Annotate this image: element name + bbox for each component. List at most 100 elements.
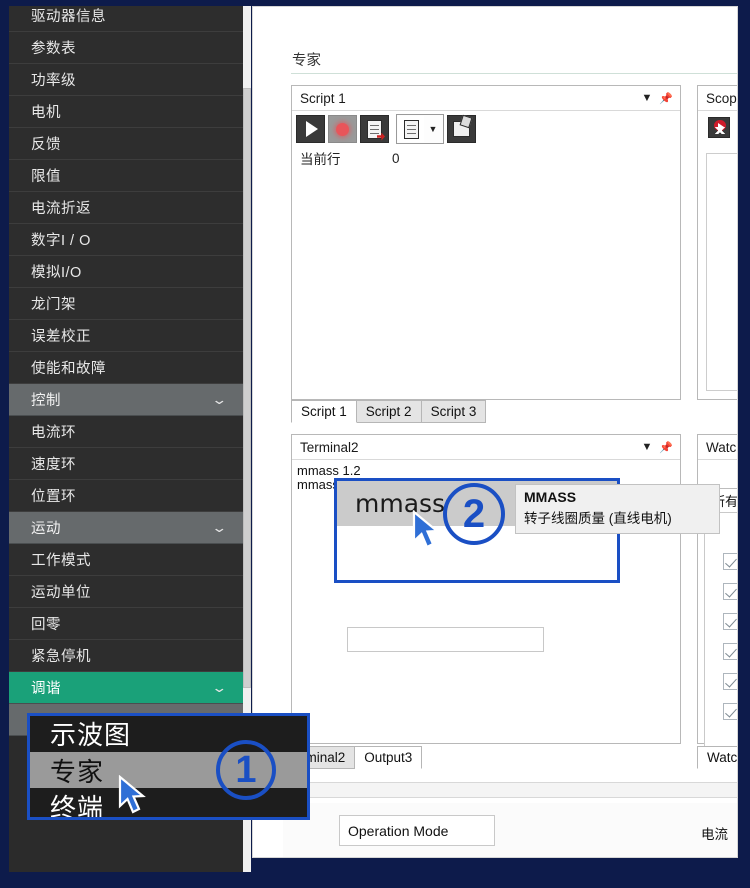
current-line-value: 0 bbox=[392, 150, 400, 166]
script-editor-area[interactable] bbox=[292, 205, 680, 398]
play-icon bbox=[306, 121, 318, 137]
sidebar-item-9[interactable]: 龙门架 bbox=[9, 288, 243, 320]
sidebar-item-0[interactable]: 驱动器信息 bbox=[9, 0, 243, 32]
record-stop-icon bbox=[336, 122, 349, 136]
new-script-button[interactable] bbox=[398, 116, 424, 142]
load-script-button[interactable] bbox=[447, 115, 476, 143]
sidebar-item-label: 模拟I/O bbox=[31, 265, 82, 281]
sidebar-item-7[interactable]: 数字I / O bbox=[9, 224, 243, 256]
document-stamp-icon bbox=[453, 121, 470, 137]
sidebar-item-label: 运动单位 bbox=[31, 585, 91, 601]
sidebar-item-label: 位置环 bbox=[31, 489, 76, 505]
check-icon[interactable] bbox=[723, 613, 737, 630]
annotation-step-2: 2 bbox=[443, 483, 505, 545]
check-icon[interactable] bbox=[723, 553, 737, 570]
check-icon[interactable] bbox=[723, 673, 737, 690]
screenshot-root: 驱动器信息参数表功率级电机反馈限值电流折返数字I / O 模拟I/O 龙门架误差校正… bbox=[0, 0, 750, 888]
current-line-label: 当前行 bbox=[300, 152, 341, 167]
sidebar-item-14[interactable]: 速度环 bbox=[9, 448, 243, 480]
compile-script-button[interactable] bbox=[360, 115, 389, 143]
check-icon[interactable] bbox=[723, 643, 737, 660]
sidebar-item-11[interactable]: 使能和故障 bbox=[9, 352, 243, 384]
autocomplete-tooltip: MMASS 转子线圈质量 (直线电机) bbox=[515, 484, 720, 534]
sidebar-item-2[interactable]: 功率级 bbox=[9, 64, 243, 96]
sidebar-item-17[interactable]: 工作模式 bbox=[9, 544, 243, 576]
scope-record-button[interactable] bbox=[708, 117, 730, 138]
sidebar-item-1[interactable]: 参数表 bbox=[9, 32, 243, 64]
tab-watch-bottom[interactable]: Watch bbox=[697, 746, 737, 769]
sidebar-item-8[interactable]: 模拟I/O bbox=[9, 256, 243, 288]
sidebar-item-label: 调谐 bbox=[31, 681, 61, 697]
watch-panel: Watch 所有 bbox=[697, 434, 737, 762]
sidebar-item-label: 速度环 bbox=[31, 457, 76, 473]
watch-bottom-tabstrip: Watch bbox=[697, 746, 737, 769]
check-icon[interactable] bbox=[723, 703, 737, 720]
tab-script-1[interactable]: Script 1 bbox=[291, 400, 357, 423]
sidebar-item-18[interactable]: 运动单位 bbox=[9, 576, 243, 608]
sidebar-item-16[interactable]: 运动 ⌄ bbox=[9, 512, 243, 544]
watch-variable-list[interactable] bbox=[704, 512, 737, 762]
sidebar-item-label: 驱动器信息 bbox=[31, 9, 106, 25]
chevron-down-icon[interactable]: ▼ bbox=[639, 89, 655, 107]
sidebar-item-6[interactable]: 电流折返 bbox=[9, 192, 243, 224]
sidebar-item-label: 电流环 bbox=[31, 425, 76, 441]
sidebar-item-20[interactable]: 紧急停机 bbox=[9, 640, 243, 672]
check-icon[interactable] bbox=[723, 583, 737, 600]
sidebar-item-12[interactable]: 控制 ⌄ bbox=[9, 384, 243, 416]
sidebar-item-21[interactable]: 调谐 ⌄ bbox=[9, 672, 243, 704]
stop-script-button[interactable] bbox=[328, 115, 357, 143]
document-arrow-icon bbox=[367, 119, 382, 139]
sidebar-item-label: 回零 bbox=[31, 617, 61, 633]
tab-script-2[interactable]: Script 2 bbox=[356, 400, 422, 423]
document-icon bbox=[403, 119, 419, 139]
bottom-separator bbox=[283, 782, 737, 798]
watch-panel-title: Watch bbox=[706, 439, 737, 455]
operation-mode-field[interactable]: Operation Mode bbox=[339, 815, 495, 846]
sidebar-item-label: 电流折返 bbox=[31, 201, 91, 217]
run-script-button[interactable] bbox=[296, 115, 325, 143]
chevron-down-icon[interactable]: ▼ bbox=[639, 438, 655, 456]
sidebar-item-3[interactable]: 电机 bbox=[9, 96, 243, 128]
scope-plot-area[interactable] bbox=[706, 153, 737, 391]
chevron-down-icon[interactable]: ⌄ bbox=[211, 521, 228, 534]
caret-down-icon[interactable]: ▼ bbox=[424, 116, 442, 142]
sidebar-item-label: 紧急停机 bbox=[31, 649, 91, 665]
sidebar-item-13[interactable]: 电流环 bbox=[9, 416, 243, 448]
current-line-row: 当前行 0 bbox=[292, 147, 680, 169]
sidebar-item-10[interactable]: 误差校正 bbox=[9, 320, 243, 352]
sidebar-item-5[interactable]: 限值 bbox=[9, 160, 243, 192]
sidebar-item-19[interactable]: 回零 bbox=[9, 608, 243, 640]
tab-output3[interactable]: Output3 bbox=[355, 746, 423, 769]
pin-icon[interactable]: 📌 bbox=[658, 438, 674, 456]
sidebar-item-4[interactable]: 反馈 bbox=[9, 128, 243, 160]
sidebar-scrollbar-thumb[interactable] bbox=[243, 88, 251, 688]
terminal-input[interactable] bbox=[347, 627, 544, 652]
scope-icon bbox=[718, 123, 724, 131]
sidebar-item-label: 电机 bbox=[31, 105, 61, 121]
annotation-step-1: 1 bbox=[216, 740, 276, 800]
sidebar-item-label: 功率级 bbox=[31, 73, 76, 89]
chevron-down-icon[interactable]: ⌄ bbox=[211, 681, 228, 694]
sidebar-item-label: 限值 bbox=[31, 169, 61, 185]
sidebar-item-label: 控制 bbox=[31, 393, 61, 409]
operation-mode-value: 电流 bbox=[701, 827, 728, 842]
sidebar-item-label: 误差校正 bbox=[31, 329, 91, 345]
tab-script-3[interactable]: Script 3 bbox=[421, 400, 487, 423]
terminal-panel-header: Terminal2 ▼ 📌 bbox=[292, 435, 680, 460]
application-window: 专家 Script 1 ▼ 📌 ▼ 当前行 0 Script 1 Script … bbox=[252, 6, 738, 858]
tooltip-title: MMASS bbox=[524, 489, 577, 505]
sidebar-item-label: 反馈 bbox=[31, 137, 61, 153]
scope-panel-body bbox=[698, 111, 737, 399]
sidebar-item-15[interactable]: 位置环 bbox=[9, 480, 243, 512]
sidebar-item-label: 龙门架 bbox=[31, 297, 76, 313]
pin-icon[interactable]: 📌 bbox=[658, 89, 674, 107]
flyout-item-scope[interactable]: 示波图 bbox=[30, 716, 307, 752]
script-tabstrip: Script 1 Script 2 Script 3 bbox=[291, 400, 487, 423]
chevron-down-icon[interactable]: ⌄ bbox=[211, 393, 228, 406]
sidebar-item-label: 使能和故障 bbox=[31, 361, 106, 377]
tooltip-description: 转子线圈质量 (直线电机) bbox=[524, 511, 672, 526]
page-title: 专家 bbox=[292, 53, 321, 69]
scope-panel-title: Scope bbox=[706, 90, 737, 106]
new-script-split-button[interactable]: ▼ bbox=[396, 114, 444, 144]
output-tabstrip: rminal2 Output3 bbox=[291, 746, 423, 769]
